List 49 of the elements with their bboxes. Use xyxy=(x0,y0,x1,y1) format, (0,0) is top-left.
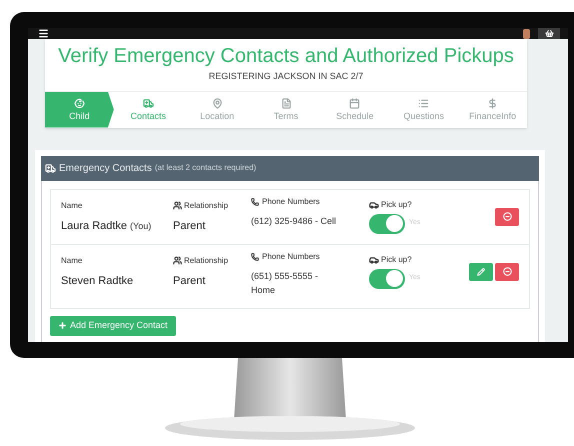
field-label: Pick up? xyxy=(381,198,412,210)
field-label: Relationship xyxy=(184,254,228,266)
contact-name: Laura Radtke xyxy=(61,218,128,234)
minus-circle-icon xyxy=(502,267,512,276)
panel-title: Emergency Contacts xyxy=(59,162,152,176)
calendar-icon xyxy=(349,98,360,109)
panel-note: (at least 2 contacts required) xyxy=(154,162,256,174)
progress-step[interactable]: FinanceInfo xyxy=(458,92,528,128)
field-label: Phone Numbers xyxy=(262,196,320,208)
field-label: Name xyxy=(61,254,84,266)
phone-icon xyxy=(251,252,259,260)
edit-button[interactable] xyxy=(469,262,493,280)
page-subtitle: REGISTERING JACKSON IN SAC 2/7 xyxy=(208,70,364,83)
minus-circle-icon xyxy=(502,212,512,221)
map-pin-icon xyxy=(212,98,223,109)
field-label: Relationship xyxy=(184,200,228,212)
ambulance-icon xyxy=(45,162,56,174)
page-title: Verify Emergency Contacts and Authorized Pickups xyxy=(58,44,514,69)
relationship-value: Parent xyxy=(173,274,206,288)
plus-icon xyxy=(58,321,67,330)
you-tag: (You) xyxy=(130,220,152,233)
relationship-value: Parent xyxy=(173,218,206,234)
cart-button[interactable] xyxy=(538,28,560,39)
people-icon xyxy=(173,256,182,265)
phone-value: (612) 325-9486 - Cell xyxy=(251,214,338,228)
ambulance-icon xyxy=(142,98,154,109)
car-icon xyxy=(369,200,379,210)
car-icon xyxy=(369,254,379,264)
pickup-toggle[interactable] xyxy=(369,214,405,234)
add-contact-button[interactable]: Add Emergency Contact xyxy=(50,316,176,336)
remove-button[interactable] xyxy=(495,262,519,280)
contact-name: Steven Radtke xyxy=(61,274,134,288)
remove-button[interactable] xyxy=(495,208,519,226)
field-label: Name xyxy=(61,200,84,212)
pencil-icon xyxy=(477,268,485,276)
list-icon xyxy=(418,98,430,109)
menu-icon[interactable] xyxy=(38,28,49,39)
avatar[interactable] xyxy=(523,28,530,38)
document-icon xyxy=(280,98,292,109)
field-label: Phone Numbers xyxy=(262,250,320,262)
child-icon xyxy=(74,98,85,109)
dollar-icon xyxy=(487,98,498,109)
phone-value: (651) 555-5555 - Home xyxy=(251,270,320,296)
field-label: Pick up? xyxy=(381,254,412,266)
basket-icon xyxy=(544,29,554,38)
pickup-toggle[interactable] xyxy=(369,268,405,288)
phone-icon xyxy=(251,198,259,206)
progress-step[interactable]: Child xyxy=(45,92,114,128)
people-icon xyxy=(173,201,182,210)
